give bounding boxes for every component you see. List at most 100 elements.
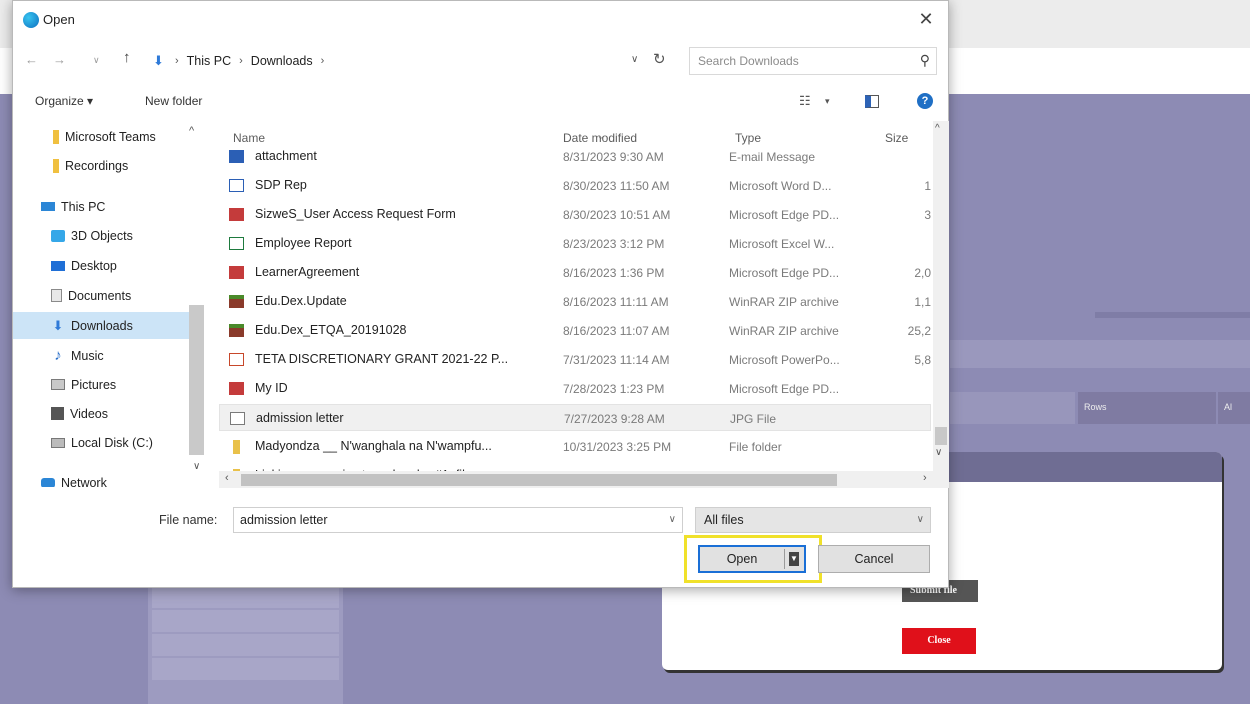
open-button-label[interactable]: Open	[700, 547, 784, 571]
zip-archive-icon	[229, 324, 244, 337]
nav-scroll-down-icon[interactable]: ∨	[193, 461, 200, 472]
nav-item-recordings[interactable]: Recordings	[13, 152, 189, 179]
file-row[interactable]: TETA DISCRETIONARY GRANT 2021-22 P... 7/3…	[219, 346, 931, 373]
file-date-modified: 8/16/2023 11:07 AM	[563, 324, 670, 338]
file-name: attachment	[255, 149, 317, 163]
nav-item-this-pc[interactable]: This PC	[13, 193, 189, 220]
jpg-image-icon	[230, 412, 245, 425]
page-sidebar-item[interactable]	[152, 634, 339, 656]
file-type-select[interactable]: All files ∨	[695, 507, 931, 533]
page-table-header	[950, 340, 1250, 368]
file-row[interactable]: LearnerAgreement 8/16/2023 1:36 PM Microso…	[219, 259, 931, 286]
pdf-icon	[229, 266, 244, 279]
refresh-icon[interactable]: ↻	[653, 50, 666, 68]
file-size: 1,1	[914, 295, 931, 309]
organize-button[interactable]: Organize ▾	[35, 94, 93, 108]
file-type: File folder	[729, 440, 782, 454]
scroll-left-icon[interactable]: ‹	[225, 472, 229, 484]
scroll-down-icon[interactable]: ∨	[935, 447, 942, 458]
file-row[interactable]: Edu.Dex_ETQA_20191028 8/16/2023 11:07 AM W…	[219, 317, 931, 344]
nav-item-pictures[interactable]: Pictures	[13, 371, 189, 398]
dialog-title: Open	[43, 12, 75, 27]
file-row[interactable]: Edu.Dex.Update 8/16/2023 11:11 AM WinRAR Z…	[219, 288, 931, 315]
file-type: WinRAR ZIP archive	[729, 324, 839, 338]
nav-item-label: Local Disk (C:)	[71, 435, 153, 450]
page-sidebar-item[interactable]	[152, 610, 339, 632]
nav-item-videos[interactable]: Videos	[13, 400, 189, 427]
file-size: 3	[924, 208, 931, 222]
breadcrumb-downloads[interactable]: Downloads	[251, 54, 313, 68]
file-row[interactable]: Employee Report 8/23/2023 3:12 PM Microsof…	[219, 230, 931, 257]
address-dropdown-icon[interactable]: ∨	[631, 54, 638, 65]
scroll-right-icon[interactable]: ›	[923, 472, 927, 484]
nav-item-label: 3D Objects	[71, 228, 133, 243]
scroll-thumb[interactable]	[241, 474, 837, 486]
nav-scrollbar[interactable]	[189, 305, 204, 455]
new-folder-button[interactable]: New folder	[145, 94, 202, 108]
page-sidebar-item[interactable]	[152, 586, 339, 608]
close-icon[interactable]: ✕	[914, 7, 938, 31]
scroll-up-icon[interactable]: ^	[935, 123, 940, 134]
up-arrow-icon[interactable]: ↑	[123, 49, 131, 66]
file-date-modified: 7/27/2023 9:28 AM	[564, 412, 665, 426]
search-input[interactable]: Search Downloads ⚲	[689, 47, 937, 75]
email-icon	[229, 150, 244, 163]
cancel-button[interactable]: Cancel	[818, 545, 930, 573]
breadcrumb-separator[interactable]: ›	[321, 55, 325, 67]
file-name: Employee Report	[255, 236, 352, 250]
file-type: Microsoft Edge PD...	[729, 382, 840, 396]
zip-archive-icon	[229, 295, 244, 308]
edge-app-icon	[23, 12, 39, 28]
nav-item-desktop[interactable]: Desktop	[13, 252, 189, 279]
documents-icon	[51, 289, 62, 302]
folder-icon	[53, 129, 59, 144]
caret-down-icon: ▼	[789, 552, 799, 566]
nav-item-local-disk[interactable]: Local Disk (C:)	[13, 429, 189, 456]
nav-item-documents[interactable]: Documents	[13, 282, 189, 309]
file-row[interactable]: My ID 7/28/2023 1:23 PM Microsoft Edge PD.…	[219, 375, 931, 402]
nav-item-network[interactable]: Network	[13, 469, 189, 487]
view-options-icon[interactable]: ☷	[799, 93, 811, 109]
nav-item-music[interactable]: ♪ Music	[13, 342, 189, 369]
nav-item-downloads[interactable]: ⬇ Downloads	[13, 312, 189, 339]
videos-icon	[51, 407, 64, 420]
dialog-titlebar: Open ✕	[13, 1, 948, 39]
breadcrumb-this-pc[interactable]: This PC	[187, 54, 231, 68]
nav-item-3d-objects[interactable]: 3D Objects	[13, 222, 189, 249]
file-type: Microsoft Edge PD...	[729, 208, 840, 222]
file-row[interactable]: admission letter 7/27/2023 9:28 AM JPG Fil…	[219, 404, 931, 431]
open-split-dropdown[interactable]: ▼	[784, 549, 802, 569]
file-type: E-mail Message	[729, 150, 816, 164]
chevron-down-icon[interactable]: ∨	[669, 514, 676, 525]
help-icon[interactable]: ?	[917, 93, 933, 109]
file-type: Microsoft Edge PD...	[729, 266, 840, 280]
scroll-thumb[interactable]	[935, 427, 947, 445]
nav-item-label: Music	[71, 348, 104, 363]
nav-item-microsoft-teams[interactable]: Microsoft Teams	[13, 123, 189, 150]
page-divider	[1095, 312, 1250, 318]
back-arrow-icon[interactable]: ←	[25, 52, 38, 67]
forward-arrow-icon[interactable]: →	[53, 52, 66, 67]
file-row[interactable]: SDP Rep 8/30/2023 11:50 AM Microsoft Word …	[219, 172, 931, 199]
file-row[interactable]: Madyondza __ N'wanghala na N'wampfu... 10…	[219, 433, 931, 460]
page-table-cell	[950, 392, 1075, 424]
nav-scroll-up-icon[interactable]: ^	[189, 125, 194, 137]
file-type-value: All files	[704, 513, 744, 527]
open-button[interactable]: Open ▼	[698, 545, 806, 573]
file-list-vertical-scrollbar[interactable]: ^ ∨	[933, 121, 949, 487]
modal-close-button[interactable]: Close	[902, 628, 976, 654]
view-dropdown-icon[interactable]: ▾	[825, 96, 830, 107]
page-sidebar-item[interactable]	[152, 658, 339, 680]
file-name: Edu.Dex.Update	[255, 294, 347, 308]
preview-pane-icon[interactable]	[865, 95, 879, 108]
nav-item-label: Pictures	[71, 377, 117, 392]
file-name-input[interactable]: admission letter ∨	[233, 507, 683, 533]
page-table-column: Rows	[1078, 392, 1216, 424]
file-list-horizontal-scrollbar[interactable]: ‹ ›	[219, 471, 949, 488]
file-date-modified: 7/28/2023 1:23 PM	[563, 382, 665, 396]
address-bar[interactable]: ⬇ › This PC › Downloads ›	[145, 48, 675, 74]
file-row[interactable]: SizweS_User Access Request Form 8/30/2023…	[219, 201, 931, 228]
open-file-dialog: Open ✕ ← → ∨ ↑ ⬇ › This PC › Downloads ›…	[12, 0, 949, 588]
recent-locations-chevron-icon[interactable]: ∨	[93, 55, 100, 66]
file-row[interactable]: attachment 8/31/2023 9:30 AM E-mail Messag…	[219, 143, 931, 170]
